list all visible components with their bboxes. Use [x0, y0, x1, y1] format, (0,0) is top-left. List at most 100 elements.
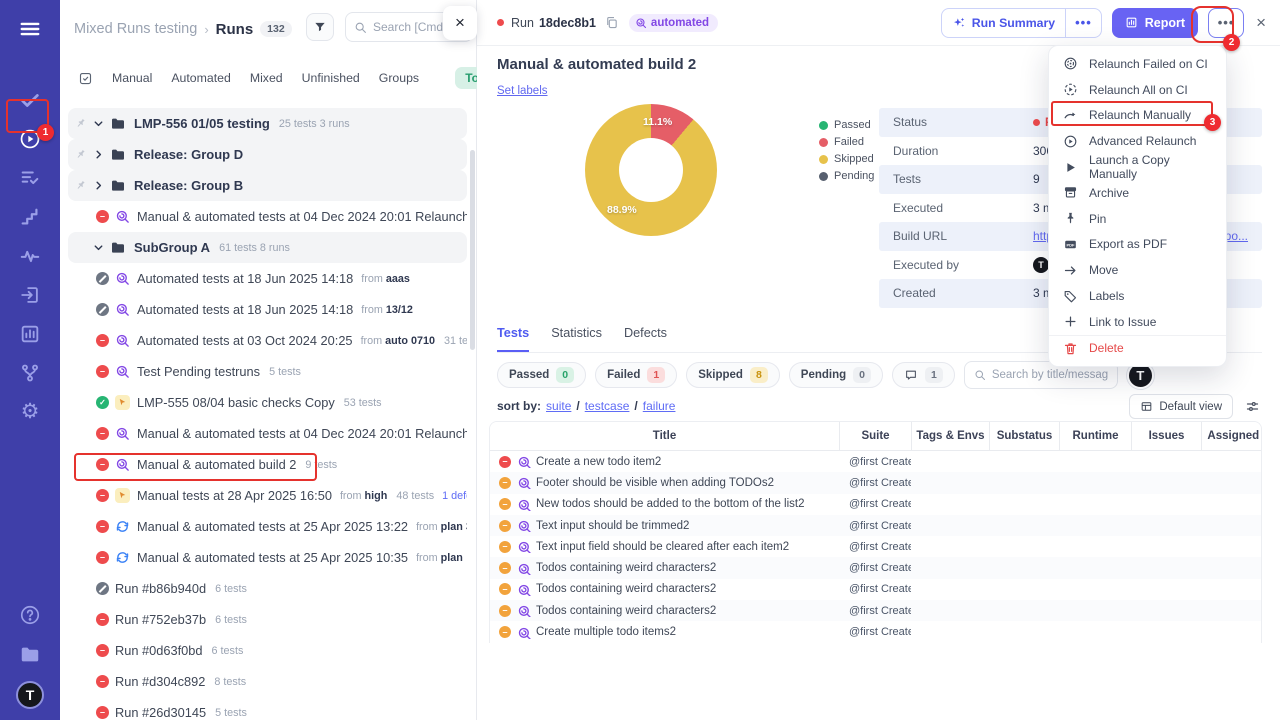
activity-pulse-icon[interactable] [0, 239, 60, 273]
run-list-item[interactable]: –Run #26d301455 tests [68, 697, 467, 720]
select-all-icon[interactable] [78, 71, 93, 86]
column-header-substatus[interactable]: Substatus [989, 422, 1059, 450]
table-row[interactable]: –Footer should be visible when adding TO… [490, 472, 1261, 493]
menu-item-relaunch-failed-on-ci[interactable]: Relaunch Failed on CI [1049, 51, 1226, 77]
table-row[interactable]: –Todos containing weird characters2@firs… [490, 600, 1261, 621]
run-list-item[interactable]: Run #b86b940d6 tests [68, 573, 467, 604]
run-list-item[interactable]: Automated tests at 18 Jun 2025 14:18from… [68, 263, 467, 294]
automated-badge[interactable]: automated [629, 14, 718, 32]
menu-item-pin[interactable]: Pin [1049, 206, 1226, 232]
table-row[interactable]: –Create multiple todo items2@first Creat… [490, 621, 1261, 642]
report-button[interactable]: Report [1112, 8, 1198, 38]
table-row[interactable]: –Create a new todo item2@first Create ..… [490, 451, 1261, 472]
runs-filter-tab-manual[interactable]: Manual [112, 71, 152, 85]
menu-item-relaunch-all-on-ci[interactable]: Relaunch All on CI [1049, 77, 1226, 103]
menu-item-delete[interactable]: Delete [1049, 335, 1226, 361]
check-icon[interactable] [0, 83, 60, 117]
table-row[interactable]: –Todos containing weird characters2@firs… [490, 579, 1261, 600]
column-settings-icon[interactable] [1245, 399, 1260, 414]
column-header-title[interactable]: Title [490, 422, 839, 450]
default-view-button[interactable]: Default view [1129, 394, 1233, 419]
run-list-item[interactable]: –Test Pending testruns5 tests [68, 356, 467, 387]
help-icon[interactable] [0, 598, 60, 632]
column-header-tags-envs[interactable]: Tags & Envs [911, 422, 989, 450]
close-run-detail-button[interactable]: × [1256, 13, 1266, 33]
menu-item-archive[interactable]: Archive [1049, 180, 1226, 206]
runs-filter-tab-today[interactable]: To [455, 67, 477, 89]
chevron-down-icon[interactable] [92, 241, 105, 254]
chevron-right-icon[interactable] [92, 179, 105, 192]
run-list-item[interactable]: –Run #0d63f0bd6 tests [68, 635, 467, 666]
table-row[interactable]: –New todos should be added to the bottom… [490, 494, 1261, 515]
table-row[interactable]: –Text input should be trimmed2@first Cre… [490, 515, 1261, 536]
menu-item-move[interactable]: Move [1049, 257, 1226, 283]
menu-icon[interactable] [0, 12, 60, 46]
chip-skipped[interactable]: Skipped8 [686, 362, 780, 388]
projects-folder-icon[interactable] [0, 638, 60, 672]
test-plans-icon[interactable] [0, 161, 60, 195]
chip-comments[interactable]: 1 [892, 362, 955, 388]
settings-gear-icon[interactable]: ⚙ [0, 395, 60, 429]
table-row[interactable]: –Todos containing weird characters2@firs… [490, 557, 1261, 578]
milestones-steps-icon[interactable] [0, 200, 60, 234]
run-summary-more-button[interactable]: ••• [1065, 9, 1101, 37]
copy-icon[interactable] [604, 15, 619, 30]
panel-close-button[interactable]: × [443, 6, 477, 40]
runs-filter-tab-mixed[interactable]: Mixed [250, 71, 283, 85]
tab-tests[interactable]: Tests [497, 326, 529, 352]
runs-filter-tab-unfinished[interactable]: Unfinished [302, 71, 360, 85]
run-summary-button[interactable]: Run Summary ••• [941, 8, 1102, 38]
menu-item-launch-a-copy-manually[interactable]: Launch a Copy Manually [1049, 154, 1226, 180]
table-row[interactable]: –Text input field should be cleared afte… [490, 536, 1261, 557]
column-header-assigned-to[interactable]: Assigned To [1201, 422, 1262, 450]
filter-button[interactable] [306, 13, 334, 41]
menu-item-labels[interactable]: Labels [1049, 283, 1226, 309]
tab-statistics[interactable]: Statistics [551, 326, 602, 352]
import-icon[interactable] [0, 278, 60, 312]
run-list-item[interactable]: –Manual & automated tests at 04 Dec 2024… [68, 418, 467, 449]
column-header-issues[interactable]: Issues [1131, 422, 1201, 450]
analytics-chart-icon[interactable] [0, 317, 60, 351]
scrollbar-thumb[interactable] [470, 150, 475, 350]
sort-by-testcase[interactable]: testcase [585, 399, 630, 413]
run-list-item[interactable]: ✓LMP-555 08/04 basic checks Copy53 tests [68, 387, 467, 418]
menu-item-advanced-relaunch[interactable]: Advanced Relaunch [1049, 128, 1226, 154]
run-group-row[interactable]: Release: Group D [68, 139, 467, 170]
chip-passed[interactable]: Passed0 [497, 362, 586, 388]
column-header-suite[interactable]: Suite [839, 422, 911, 450]
runs-filter-tab-groups[interactable]: Groups [379, 71, 419, 85]
more-actions-button[interactable]: ••• [1208, 8, 1244, 38]
defects-link[interactable]: 1 defects [442, 490, 467, 502]
breadcrumb-page[interactable]: Runs [216, 21, 254, 38]
build-url-link-end[interactable]: po... [1225, 229, 1248, 243]
chevron-down-icon[interactable] [92, 117, 105, 130]
run-group-row[interactable]: SubGroup A61 tests 8 runs [68, 232, 467, 263]
set-labels-link[interactable]: Set labels [497, 85, 548, 97]
runs-filter-tab-automated[interactable]: Automated [171, 71, 230, 85]
breadcrumb-project[interactable]: Mixed Runs testing [74, 21, 197, 37]
column-header-runtime[interactable]: Runtime [1059, 422, 1131, 450]
branches-icon[interactable] [0, 356, 60, 390]
chip-failed[interactable]: Failed1 [595, 362, 677, 388]
run-list-item[interactable]: –Manual tests at 28 Apr 2025 16:50from h… [68, 480, 467, 511]
run-list-item[interactable]: –Run #d304c8928 tests [68, 666, 467, 697]
user-avatar[interactable]: T [0, 678, 60, 712]
sort-by-suite[interactable]: suite [546, 399, 571, 413]
tab-defects[interactable]: Defects [624, 326, 667, 352]
tests-search-input[interactable] [992, 369, 1108, 381]
run-group-row[interactable]: LMP-556 01/05 testing25 tests 3 runs [68, 108, 467, 139]
menu-item-export-as-pdf[interactable]: PDFExport as PDF [1049, 232, 1226, 258]
chevron-right-icon[interactable] [92, 148, 105, 161]
run-list-item[interactable]: –Run #752eb37b6 tests [68, 604, 467, 635]
menu-item-link-to-issue[interactable]: Link to Issue [1049, 309, 1226, 335]
runs-play-icon[interactable] [0, 122, 60, 156]
chip-pending[interactable]: Pending0 [789, 362, 883, 388]
menu-item-relaunch-manually[interactable]: Relaunch Manually [1049, 103, 1226, 129]
run-list-item[interactable]: –Manual & automated tests at 25 Apr 2025… [68, 511, 467, 542]
run-list-item[interactable]: –Manual & automated tests at 04 Dec 2024… [68, 201, 467, 232]
run-list-item[interactable]: –Manual & automated tests at 25 Apr 2025… [68, 542, 467, 573]
run-group-row[interactable]: Release: Group B [68, 170, 467, 201]
run-list-item[interactable]: –Manual & automated build 29 tests [68, 449, 467, 480]
run-list-item[interactable]: Automated tests at 18 Jun 2025 14:18from… [68, 294, 467, 325]
sort-by-failure[interactable]: failure [643, 399, 676, 413]
